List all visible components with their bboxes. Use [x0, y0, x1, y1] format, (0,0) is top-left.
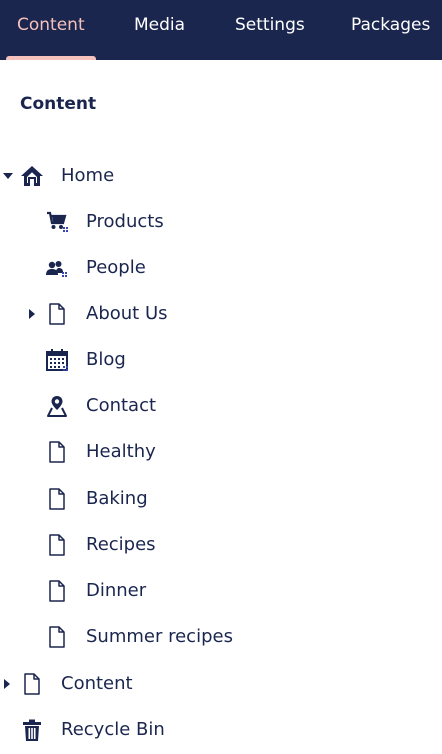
tree-node-products[interactable]: Products: [0, 199, 442, 245]
document-icon: [45, 533, 69, 557]
tree-node-about-us[interactable]: About Us: [0, 291, 442, 337]
document-icon: [45, 487, 69, 511]
tree-node-contact[interactable]: Contact: [0, 383, 442, 429]
trash-icon: [20, 718, 44, 742]
document-icon: [45, 625, 69, 649]
tree-node-label: People: [86, 257, 146, 278]
document-icon: [45, 302, 69, 326]
caret-right-icon[interactable]: [29, 309, 35, 319]
tab-packages-label: Packages: [351, 15, 431, 35]
document-icon: [45, 440, 69, 464]
tree-node-recycle-bin[interactable]: Recycle Bin: [0, 707, 442, 753]
tree-node-label: Summer recipes: [86, 626, 233, 647]
tab-content-label: Content: [17, 15, 85, 35]
tree-node-dinner[interactable]: Dinner: [0, 568, 442, 614]
tree-node-summer-recipes[interactable]: Summer recipes: [0, 614, 442, 660]
tree-node-blog[interactable]: Blog: [0, 337, 442, 383]
tree-node-label: Blog: [86, 349, 126, 370]
tab-settings-label: Settings: [235, 15, 305, 35]
tree-node-home[interactable]: Home: [0, 153, 442, 199]
tree-node-label: About Us: [86, 303, 168, 324]
top-navigation: Content Media Settings Packages: [0, 0, 442, 60]
active-tab-indicator: [6, 56, 96, 60]
users-icon: [45, 256, 69, 280]
map-pin-icon: [45, 394, 69, 418]
tree-node-label: Healthy: [86, 441, 156, 462]
tree-node-label: Dinner: [86, 580, 147, 601]
tab-media[interactable]: Media: [134, 0, 185, 60]
tree-node-label: Baking: [86, 488, 148, 509]
tab-content[interactable]: Content: [6, 0, 96, 60]
home-icon: [20, 164, 44, 188]
tree-node-healthy[interactable]: Healthy: [0, 429, 442, 475]
tab-packages[interactable]: Packages: [351, 0, 430, 60]
document-icon: [45, 579, 69, 603]
tree-node-content[interactable]: Content: [0, 661, 442, 707]
tree-node-baking[interactable]: Baking: [0, 476, 442, 522]
tree-node-label: Recycle Bin: [61, 719, 165, 740]
tree-node-label: Products: [86, 211, 164, 232]
caret-down-icon[interactable]: [3, 173, 13, 179]
caret-right-icon[interactable]: [4, 679, 10, 689]
calendar-icon: [45, 348, 69, 372]
tab-media-label: Media: [134, 15, 186, 35]
shopping-cart-icon: [45, 210, 69, 234]
tree-node-label: Content: [61, 673, 133, 694]
tree-node-people[interactable]: People: [0, 245, 442, 291]
document-icon: [20, 672, 44, 696]
tree-node-label: Home: [61, 165, 115, 186]
tree-node-label: Recipes: [86, 534, 156, 555]
tree-node-recipes[interactable]: Recipes: [0, 522, 442, 568]
tree-header: Content: [20, 94, 97, 114]
tab-settings[interactable]: Settings: [235, 0, 305, 60]
tree-node-label: Contact: [86, 395, 157, 416]
